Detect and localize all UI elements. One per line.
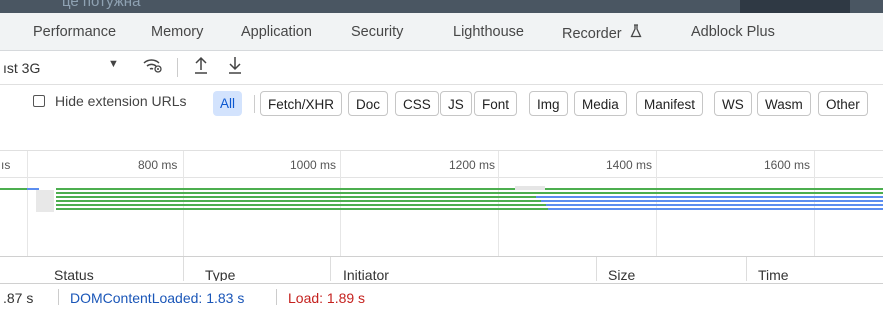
filter-font[interactable]: Font [474, 91, 518, 116]
column-divider [746, 257, 747, 281]
throttling-select[interactable]: ıst 3G [3, 60, 40, 76]
status-divider [276, 289, 277, 305]
network-summary-bar: .87 s DOMContentLoaded: 1.83 s Load: 1.8… [0, 283, 883, 309]
network-toolbar: ıst 3G ▼ [0, 51, 883, 85]
tab-recorder[interactable]: Recorder [562, 24, 642, 42]
timeline-tick: 1400 ms [606, 158, 653, 172]
column-divider [330, 257, 331, 281]
toolbar-divider [177, 58, 178, 77]
tab-lighthouse[interactable]: Lighthouse [453, 24, 524, 40]
timeline-tick: 1600 ms [764, 158, 811, 172]
timeline-tick: ıs [1, 158, 11, 172]
column-size[interactable]: Size [608, 267, 635, 281]
status-divider [58, 289, 59, 305]
tab-memory[interactable]: Memory [151, 24, 203, 40]
upload-icon[interactable] [193, 54, 209, 79]
hide-extension-urls-checkbox[interactable] [33, 95, 45, 107]
tab-application[interactable]: Application [241, 24, 312, 40]
waterfall-overview[interactable]: ıs 800 ms 1000 ms 1200 ms 1400 ms 1600 m… [0, 150, 883, 257]
filter-manifest[interactable]: Manifest [636, 91, 704, 116]
tab-security[interactable]: Security [351, 24, 403, 40]
timeline-tick: 1200 ms [449, 158, 496, 172]
hide-extension-urls-label: Hide extension URLs [55, 93, 187, 109]
requests-table-header: Status Type Initiator Size Time [0, 256, 883, 281]
background-image-fragment [740, 0, 850, 13]
download-icon[interactable] [227, 54, 243, 79]
column-status[interactable]: Status [54, 267, 94, 281]
chevron-down-icon[interactable]: ▼ [108, 58, 119, 70]
waterfall-bars [0, 186, 883, 212]
finish-time: .87 s [3, 290, 34, 306]
filter-img[interactable]: Img [529, 91, 568, 116]
timeline-tick: 800 ms [138, 158, 178, 172]
timeline-tick: 1000 ms [290, 158, 337, 172]
column-divider [596, 257, 597, 281]
filter-all[interactable]: All [213, 91, 243, 116]
background-page-text: це потужна [62, 0, 141, 10]
filter-media[interactable]: Media [574, 91, 627, 116]
column-type[interactable]: Type [205, 267, 235, 281]
window-top-strip: це потужна [0, 0, 883, 13]
tab-recorder-label: Recorder [562, 26, 622, 42]
load-time: Load: 1.89 s [288, 290, 366, 306]
column-time[interactable]: Time [758, 267, 789, 281]
tab-performance[interactable]: Performance [33, 24, 116, 40]
filter-ws[interactable]: WS [714, 91, 752, 116]
column-divider [183, 257, 184, 281]
filter-doc[interactable]: Doc [348, 91, 389, 116]
dom-content-loaded-time: DOMContentLoaded: 1.83 s [70, 290, 245, 306]
timeline-ruler: ıs 800 ms 1000 ms 1200 ms 1400 ms 1600 m… [0, 151, 883, 178]
filter-js[interactable]: JS [440, 91, 472, 116]
tab-adblock-plus[interactable]: Adblock Plus [691, 24, 775, 40]
filter-other[interactable]: Other [818, 91, 868, 116]
column-initiator[interactable]: Initiator [343, 267, 389, 281]
filter-wasm[interactable]: Wasm [757, 91, 811, 116]
network-conditions-icon[interactable] [141, 54, 165, 79]
request-type-filter-bar: Hide extension URLs All Fetch/XHR Doc CS… [0, 85, 883, 123]
flask-icon [630, 24, 642, 42]
filter-fetch-xhr[interactable]: Fetch/XHR [260, 91, 343, 116]
devtools-tab-bar: Performance Memory Application Security … [0, 13, 883, 51]
filter-divider [254, 95, 255, 113]
filter-css[interactable]: CSS [395, 91, 439, 116]
